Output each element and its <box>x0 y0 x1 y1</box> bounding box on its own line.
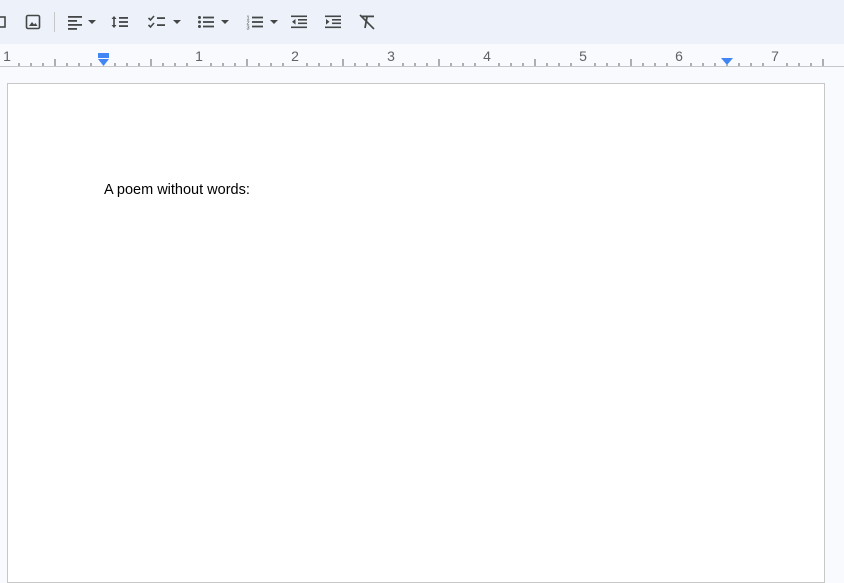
clear-formatting-button[interactable] <box>356 10 378 34</box>
chevron-down-icon <box>270 20 278 24</box>
numbered-list-icon: 1 2 3 <box>246 14 264 30</box>
first-line-indent-marker[interactable] <box>98 53 109 58</box>
ruler-number: 7 <box>771 48 779 64</box>
ruler-number: 2 <box>291 48 299 64</box>
document-page[interactable]: A poem without words: <box>7 83 825 583</box>
decrease-indent-icon <box>290 14 308 30</box>
line-spacing-icon <box>110 14 130 30</box>
svg-text:3: 3 <box>247 26 250 31</box>
increase-indent-button[interactable] <box>322 10 344 34</box>
chevron-down-icon <box>173 20 181 24</box>
left-indent-marker[interactable] <box>98 59 109 66</box>
horizontal-ruler[interactable]: 1 1 2 3 4 5 6 7 <box>0 44 844 70</box>
ruler-number: 1 <box>3 48 11 64</box>
formatting-toolbar: 1 2 3 <box>0 0 844 45</box>
document-text-line[interactable]: A poem without words: <box>104 182 250 198</box>
toolbar-separator <box>54 12 55 32</box>
chevron-down-icon <box>88 20 96 24</box>
numbered-list-button[interactable]: 1 2 3 <box>242 10 282 34</box>
insert-image-icon[interactable] <box>22 10 44 34</box>
document-canvas: A poem without words: <box>0 70 844 583</box>
bulleted-list-icon <box>197 14 215 30</box>
align-left-button[interactable] <box>64 10 98 34</box>
checklist-partial-icon[interactable] <box>0 10 8 34</box>
bulleted-list-button[interactable] <box>193 10 233 34</box>
ruler-number: 6 <box>675 48 683 64</box>
ruler-number: 3 <box>387 48 395 64</box>
ruler-number: 5 <box>579 48 587 64</box>
checklist-icon <box>147 14 167 30</box>
align-left-icon <box>66 14 84 30</box>
ruler-number: 1 <box>195 48 203 64</box>
ruler-number: 4 <box>483 48 491 64</box>
right-indent-marker[interactable] <box>721 58 733 65</box>
increase-indent-icon <box>324 14 342 30</box>
decrease-indent-button[interactable] <box>288 10 310 34</box>
checklist-button[interactable] <box>144 10 184 34</box>
clear-formatting-icon <box>358 14 376 30</box>
line-spacing-button[interactable] <box>108 10 132 34</box>
chevron-down-icon <box>221 20 229 24</box>
